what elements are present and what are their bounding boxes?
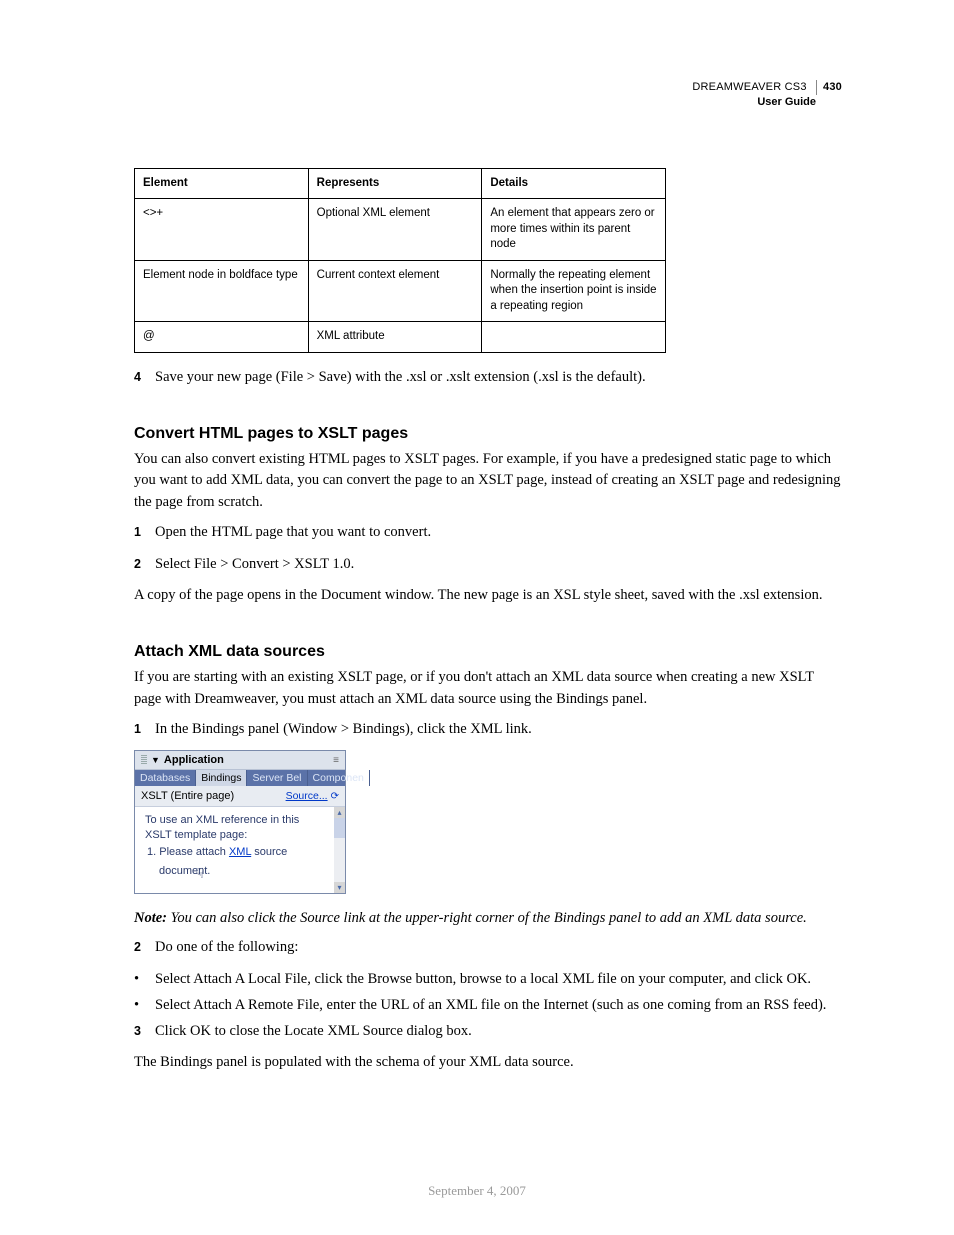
col-header: Details	[482, 168, 666, 199]
step-text: Click OK to close the Locate XML Source …	[155, 1021, 842, 1043]
tab-components[interactable]: Componen	[308, 770, 370, 786]
page-number: 430	[816, 80, 842, 95]
table-cell: Element node in boldface type	[135, 260, 309, 322]
body-text: If you are starting with an existing XSL…	[134, 667, 842, 711]
scroll-up-icon[interactable]: ▴	[334, 807, 345, 818]
step-number: 1	[134, 522, 155, 544]
table-cell: <>+	[135, 199, 309, 261]
panel-titlebar[interactable]: ▼ Application ≡	[135, 751, 345, 770]
step-item: 1 In the Bindings panel (Window > Bindin…	[134, 719, 842, 741]
step-number: 4	[134, 367, 155, 389]
step-number: 1	[134, 719, 155, 741]
step-number: 2	[134, 937, 155, 959]
note-text: Note: You can also click the Source link…	[134, 908, 842, 930]
panel-subheader: XSLT (Entire page) Source... ⟳	[135, 786, 345, 807]
body-text: You can also convert existing HTML pages…	[134, 449, 842, 514]
panel-hint-line: To use an XML reference in this XSLT tem…	[145, 813, 326, 843]
step-text: In the Bindings panel (Window > Bindings…	[155, 719, 842, 741]
section-heading: Convert HTML pages to XSLT pages	[134, 425, 842, 443]
tab-databases[interactable]: Databases	[135, 770, 196, 786]
section-heading: Attach XML data sources	[134, 643, 842, 661]
bullet-item: • Select Attach A Remote File, enter the…	[134, 995, 842, 1017]
note-label: Note:	[134, 910, 167, 926]
panel-body-text: To use an XML reference in this XSLT tem…	[135, 807, 334, 892]
table-cell: XML attribute	[308, 322, 482, 353]
scrollbar[interactable]: ▴ ▾	[334, 807, 345, 892]
panel-title-label: Application	[164, 754, 224, 766]
xslt-mode-label: XSLT (Entire page)	[141, 790, 234, 802]
table-cell: An element that appears zero or more tim…	[482, 199, 666, 261]
collapse-triangle-icon[interactable]: ▼	[151, 755, 160, 765]
tab-server-behaviors[interactable]: Server Bel	[247, 770, 307, 786]
table-row: Element node in boldface type Current co…	[135, 260, 666, 322]
step-item: 2 Select File > Convert > XSLT 1.0.	[134, 554, 842, 576]
table-row: @ XML attribute	[135, 322, 666, 353]
body-text: A copy of the page opens in the Document…	[134, 585, 842, 607]
table-cell: @	[135, 322, 309, 353]
scroll-thumb[interactable]	[334, 818, 345, 838]
product-name: DREAMWEAVER CS3	[692, 81, 806, 93]
step-text: Select File > Convert > XSLT 1.0.	[155, 554, 842, 576]
step-number: 2	[134, 554, 155, 576]
footer-date: September 4, 2007	[0, 1183, 954, 1199]
panel-hint-item: 1. Please attach XML source document. ☟	[145, 845, 326, 879]
guide-label: User Guide	[134, 95, 842, 110]
scroll-down-icon[interactable]: ▾	[334, 882, 345, 893]
table-cell: Normally the repeating element when the …	[482, 260, 666, 322]
step-item: 3 Click OK to close the Locate XML Sourc…	[134, 1021, 842, 1043]
bindings-panel: ▼ Application ≡ Databases Bindings Serve…	[134, 750, 346, 893]
step-item: 2 Do one of the following:	[134, 937, 842, 959]
step-number: 3	[134, 1021, 155, 1043]
table-cell: Optional XML element	[308, 199, 482, 261]
bullet-text: Select Attach A Local File, click the Br…	[155, 969, 842, 991]
table-header-row: Element Represents Details	[135, 168, 666, 199]
step-text: Do one of the following:	[155, 937, 842, 959]
table-cell	[482, 322, 666, 353]
step-text: Open the HTML page that you want to conv…	[155, 522, 842, 544]
step-text: Save your new page (File > Save) with th…	[155, 367, 842, 389]
scroll-track[interactable]	[334, 818, 345, 881]
source-link[interactable]: Source...	[286, 790, 328, 802]
page-header: DREAMWEAVER CS3 430 User Guide	[134, 80, 842, 110]
bullet-icon: •	[134, 995, 155, 1017]
elements-table: Element Represents Details <>+ Optional …	[134, 168, 666, 353]
table-cell: Current context element	[308, 260, 482, 322]
tab-bindings[interactable]: Bindings	[196, 770, 247, 786]
table-row: <>+ Optional XML element An element that…	[135, 199, 666, 261]
bullet-item: • Select Attach A Local File, click the …	[134, 969, 842, 991]
xml-link[interactable]: XML	[229, 846, 251, 858]
body-text: The Bindings panel is populated with the…	[134, 1052, 842, 1074]
bullet-text: Select Attach A Remote File, enter the U…	[155, 995, 842, 1017]
step-item: 4 Save your new page (File > Save) with …	[134, 367, 842, 389]
panel-tabs: Databases Bindings Server Bel Componen	[135, 770, 345, 786]
col-header: Represents	[308, 168, 482, 199]
bullet-icon: •	[134, 969, 155, 991]
refresh-icon[interactable]: ⟳	[331, 791, 339, 802]
panel-menu-icon[interactable]: ≡	[333, 755, 339, 766]
step-item: 1 Open the HTML page that you want to co…	[134, 522, 842, 544]
grip-icon	[141, 755, 147, 765]
col-header: Element	[135, 168, 309, 199]
